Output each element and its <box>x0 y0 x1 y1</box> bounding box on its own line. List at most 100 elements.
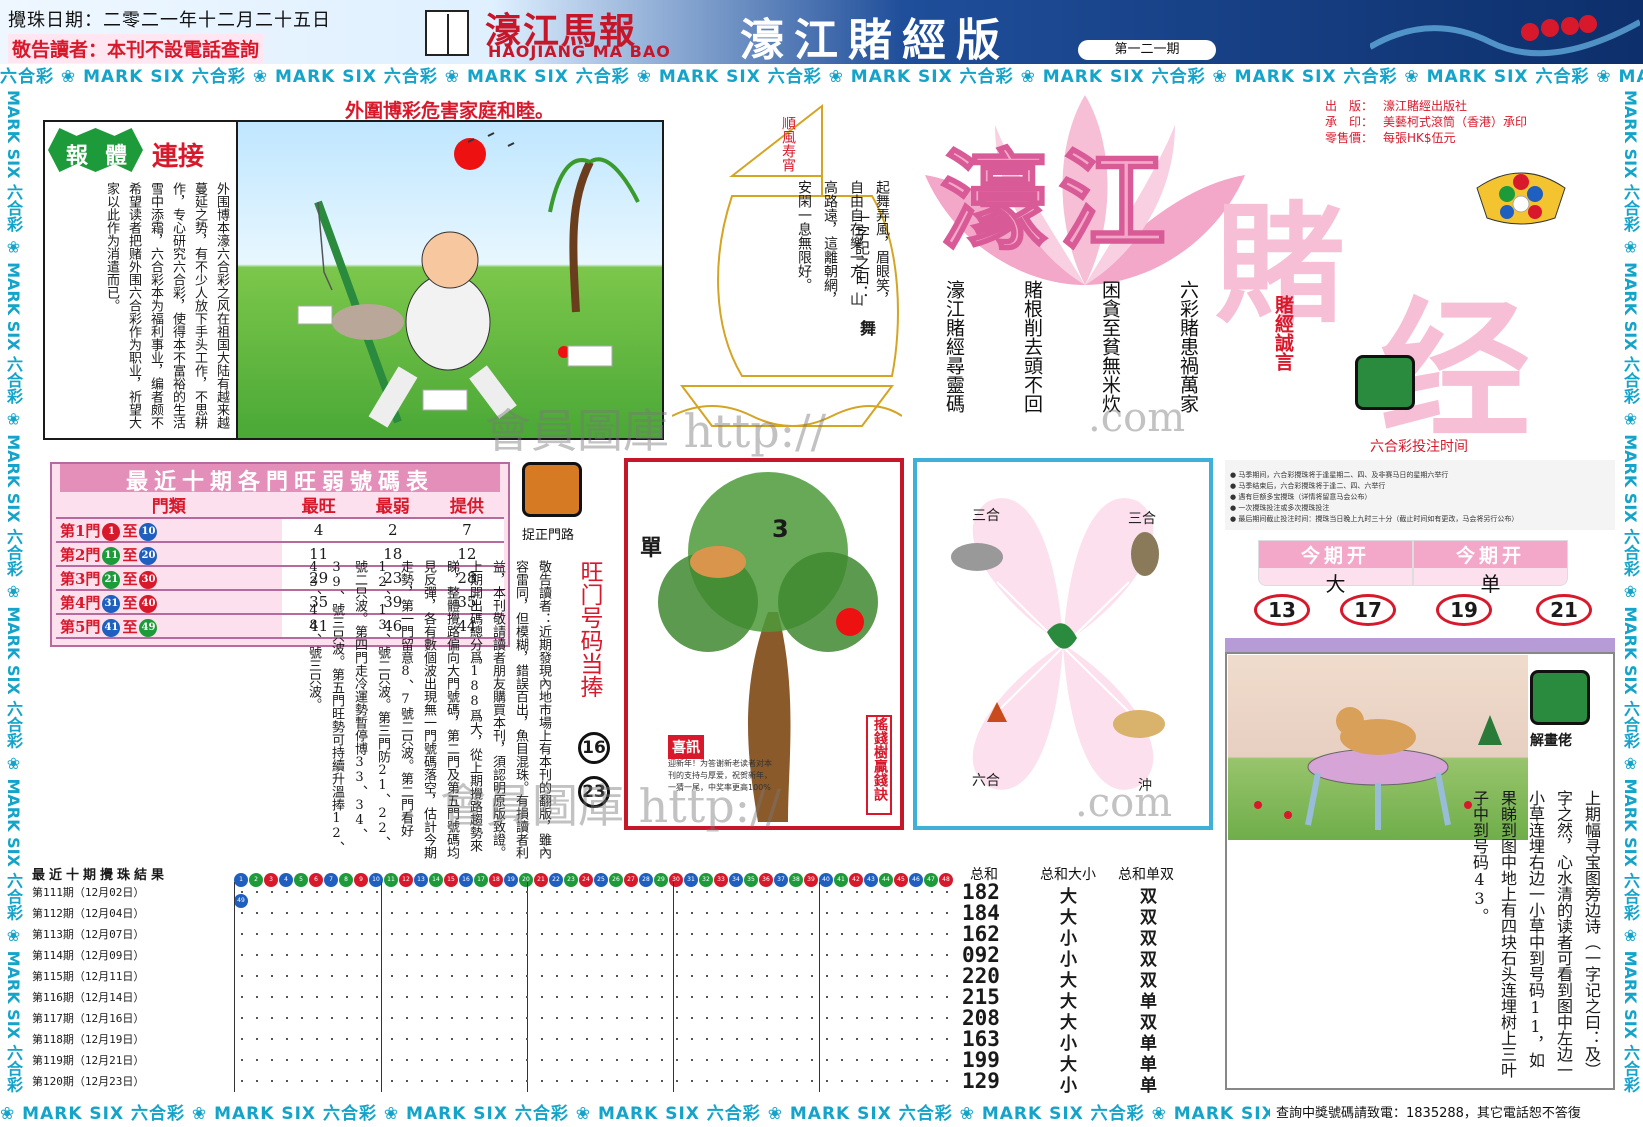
grid-dot <box>856 1017 858 1019</box>
grid-dot <box>601 1059 603 1061</box>
grid-dot <box>346 933 348 935</box>
grid-dot <box>736 933 738 935</box>
grid-dot <box>286 912 288 914</box>
grid-dot <box>271 912 273 914</box>
grid-dot <box>661 954 663 956</box>
grid-dot <box>901 1080 903 1082</box>
grid-dot <box>661 1059 663 1061</box>
grid-dot <box>256 891 258 893</box>
grid-dot <box>346 954 348 956</box>
grid-dot <box>376 912 378 914</box>
grid-dot <box>631 912 633 914</box>
grid-dot <box>841 912 843 914</box>
publisher-row: 出 版： 濠江賭經出版社 <box>1325 99 1468 113</box>
grid-dot <box>781 891 783 893</box>
grid-dot <box>931 1017 933 1019</box>
grid-dot <box>556 891 558 893</box>
honest-words: 賭經誠言 <box>1272 295 1294 371</box>
grid-dot <box>421 975 423 977</box>
grid-dot <box>286 1017 288 1019</box>
grid-dot <box>796 933 798 935</box>
grid-dot <box>766 1038 768 1040</box>
grid-dot <box>706 891 708 893</box>
grid-dot <box>376 954 378 956</box>
grid-dot <box>496 996 498 998</box>
grid-dot <box>361 1059 363 1061</box>
grid-dot <box>466 996 468 998</box>
grid-dot <box>541 891 543 893</box>
grid-dot <box>511 1059 513 1061</box>
grid-dot <box>376 1017 378 1019</box>
gate-cell: 第1門 1 至 10 <box>56 518 282 543</box>
grid-dot <box>736 912 738 914</box>
grid-dot <box>511 1038 513 1040</box>
grid-dot <box>601 912 603 914</box>
grid-dot <box>886 1038 888 1040</box>
grid-dot <box>841 891 843 893</box>
period-number: 17 <box>1340 594 1396 626</box>
grid-dot <box>241 912 243 914</box>
grid-dot <box>616 933 618 935</box>
grid-dot <box>841 975 843 977</box>
grid-dot <box>661 1080 663 1082</box>
grid-dot <box>931 912 933 914</box>
grid-dot <box>526 1017 528 1019</box>
results-row-label: 第117期（12月16日） <box>32 1010 144 1026</box>
grid-dot <box>736 1059 738 1061</box>
main-title-jiang: 濠江 <box>939 138 1177 266</box>
grid-dot <box>826 1059 828 1061</box>
period-head: 今期开 <box>1259 541 1412 568</box>
grid-dot <box>256 1017 258 1019</box>
watermark: .com <box>1075 780 1173 826</box>
grid-dot <box>811 975 813 977</box>
grid-dot <box>931 1080 933 1082</box>
brand-name-en: HAOJIANG MA BAO <box>488 42 671 61</box>
bet-rule: ● 遇有巨额多宝攪珠（详情将留意马会公布） <box>1230 493 1372 501</box>
grid-dot <box>586 1080 588 1082</box>
grid-dot <box>676 933 678 935</box>
grid-dot <box>256 933 258 935</box>
grid-dot <box>826 954 828 956</box>
issue-number: 第一二一期 <box>1078 40 1216 60</box>
bet-rule: ● 马季期间，六合彩攪珠将于逢星期二、四、及非赛马日的星期六举行 <box>1230 471 1449 479</box>
grid-dot <box>316 996 318 998</box>
grid-dot <box>586 996 588 998</box>
grid-dot <box>586 1038 588 1040</box>
grid-dot <box>676 891 678 893</box>
grid-dot <box>946 891 948 893</box>
grid-dot <box>466 975 468 977</box>
grid-dot <box>481 1080 483 1082</box>
grid-dot <box>721 912 723 914</box>
results-sum: 129 <box>962 1069 1000 1093</box>
grid-dot <box>766 1017 768 1019</box>
offer-cell: 7 <box>429 518 504 543</box>
grid-dot <box>556 1080 558 1082</box>
grid-dot <box>661 1017 663 1019</box>
gate-title: 旺门号码当捧 <box>576 560 602 698</box>
grid-dot <box>376 933 378 935</box>
grid-dot <box>616 996 618 998</box>
grid-dot <box>871 954 873 956</box>
grid-dot <box>451 1017 453 1019</box>
grid-dot <box>751 933 753 935</box>
grid-dot <box>856 891 858 893</box>
grid-dot <box>706 1080 708 1082</box>
divider-bar <box>1225 638 1615 652</box>
grid-dot <box>826 1038 828 1040</box>
grid-dot <box>436 891 438 893</box>
grid-dot <box>646 1038 648 1040</box>
grid-dot <box>871 996 873 998</box>
grid-dot <box>451 891 453 893</box>
grid-dot <box>571 1080 573 1082</box>
pointing-hand-icon <box>1530 670 1590 725</box>
results-title: 最近十期攪珠結果 <box>32 868 169 883</box>
grid-dot <box>421 1017 423 1019</box>
grid-dot <box>406 975 408 977</box>
grid-dot <box>286 975 288 977</box>
grid-dot <box>301 996 303 998</box>
grid-dot <box>676 996 678 998</box>
range-to-ball: 10 <box>139 522 158 541</box>
grid-dot <box>721 975 723 977</box>
grid-dot <box>361 975 363 977</box>
ship-title-word: 舞 <box>857 320 876 336</box>
